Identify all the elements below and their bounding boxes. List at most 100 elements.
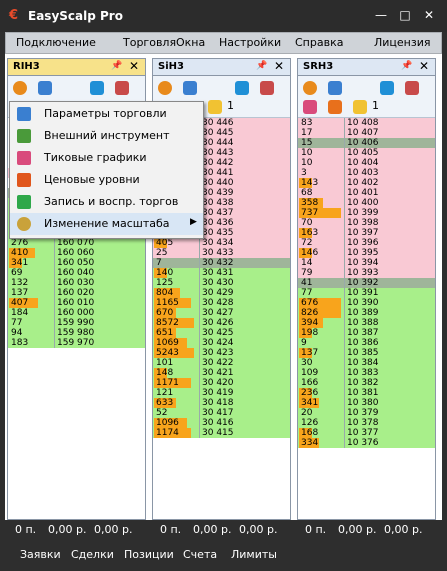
ladder-row[interactable]: 341 160 050 xyxy=(8,258,145,268)
settings-gear-icon[interactable] xyxy=(303,81,317,95)
ladder-row[interactable]: 3 10 403 xyxy=(298,168,435,178)
ladder-row[interactable]: 14 10 394 xyxy=(298,258,435,268)
ladder-row[interactable]: 394 10 388 xyxy=(298,318,435,328)
ladder-row[interactable]: 334 10 376 xyxy=(298,438,435,448)
ladder-row[interactable]: 17 10 407 xyxy=(298,128,435,138)
ladder-row[interactable]: 10 10 404 xyxy=(298,158,435,168)
ladder-row[interactable]: 168 10 377 xyxy=(298,428,435,438)
ladder-row[interactable]: 9 10 386 xyxy=(298,338,435,348)
ladder-row[interactable]: 166 10 382 xyxy=(298,378,435,388)
ladder-row[interactable]: 1174 30 415 xyxy=(153,428,290,438)
ladder-row[interactable]: 15 10 406 xyxy=(298,138,435,148)
close-panel-icon[interactable]: ✕ xyxy=(129,59,139,73)
ladder-row[interactable]: 670 30 427 xyxy=(153,308,290,318)
tab-orders[interactable]: Заявки xyxy=(20,548,61,561)
ladder-row[interactable]: 146 10 395 xyxy=(298,248,435,258)
ladder-row[interactable]: 41 10 392 xyxy=(298,278,435,288)
ladder-row[interactable]: 410 160 060 xyxy=(8,248,145,258)
info-icon[interactable] xyxy=(380,81,394,95)
info-icon[interactable] xyxy=(90,81,104,95)
ladder-row[interactable]: 5243 30 423 xyxy=(153,348,290,358)
ladder-row[interactable]: 236 10 381 xyxy=(298,388,435,398)
coins-icon[interactable] xyxy=(353,100,367,114)
ladder-row[interactable]: 68 10 401 xyxy=(298,188,435,198)
menu-settings[interactable]: Настройки xyxy=(219,36,281,49)
dropdown-item-price-levels[interactable]: Ценовые уровни xyxy=(10,169,203,191)
ladder-row[interactable]: 276 160 070 xyxy=(8,238,145,248)
ladder-row[interactable]: 143 10 402 xyxy=(298,178,435,188)
tab-trades[interactable]: Сделки xyxy=(71,548,114,561)
settings-gear-icon[interactable] xyxy=(13,81,27,95)
ladder-row[interactable]: 121 30 419 xyxy=(153,388,290,398)
menu-license[interactable]: Лицензия xyxy=(374,36,430,49)
ladder-row[interactable]: 25 30 433 xyxy=(153,248,290,258)
bar-chart-icon[interactable] xyxy=(405,81,419,95)
pin-icon[interactable]: 📌 xyxy=(401,61,412,71)
ladder-row[interactable]: 77 10 391 xyxy=(298,288,435,298)
tick-chart-icon[interactable] xyxy=(303,100,317,114)
close-panel-icon[interactable]: ✕ xyxy=(419,59,429,73)
menu-trading[interactable]: Торговля xyxy=(123,36,176,49)
ladder-row[interactable]: 101 30 422 xyxy=(153,358,290,368)
ladder-row[interactable]: 132 160 030 xyxy=(8,278,145,288)
ladder-row[interactable]: 183 159 970 xyxy=(8,338,145,348)
ladder-row[interactable]: 407 160 010 xyxy=(8,298,145,308)
ladder-row[interactable]: 77 159 990 xyxy=(8,318,145,328)
bar-chart-icon[interactable] xyxy=(260,81,274,95)
bar-chart-icon[interactable] xyxy=(115,81,129,95)
ladder-row[interactable]: 1171 30 420 xyxy=(153,378,290,388)
dropdown-item-zoom[interactable]: Изменение масштаба ▶ xyxy=(10,213,203,235)
info-icon[interactable] xyxy=(235,81,249,95)
ladder-row[interactable]: 163 10 397 xyxy=(298,228,435,238)
ladder-row[interactable]: 737 10 399 xyxy=(298,208,435,218)
ladder-row[interactable]: 405 30 434 xyxy=(153,238,290,248)
ladder-row[interactable]: 83 10 408 xyxy=(298,118,435,128)
ladder-row[interactable]: 70 10 398 xyxy=(298,218,435,228)
pin-icon[interactable]: 📌 xyxy=(256,61,267,71)
ladder-row[interactable]: 7 30 432 xyxy=(153,258,290,268)
tab-positions[interactable]: Позиции xyxy=(124,548,174,561)
close-panel-icon[interactable]: ✕ xyxy=(274,59,284,73)
close-button[interactable]: ✕ xyxy=(421,8,437,22)
ladder-row[interactable]: 184 160 000 xyxy=(8,308,145,318)
ladder-row[interactable]: 30 10 384 xyxy=(298,358,435,368)
ladder-row[interactable]: 341 10 380 xyxy=(298,398,435,408)
ladder-row[interactable]: 1069 30 424 xyxy=(153,338,290,348)
ladder-row[interactable]: 826 10 389 xyxy=(298,308,435,318)
settings-gear-icon[interactable] xyxy=(158,81,172,95)
menu-windows[interactable]: Окна xyxy=(176,36,205,49)
ladder-row[interactable]: 72 10 396 xyxy=(298,238,435,248)
ladder-row[interactable]: 140 30 431 xyxy=(153,268,290,278)
tab-accounts[interactable]: Счета xyxy=(183,548,217,561)
dropdown-item-trade-params[interactable]: Параметры торговли xyxy=(10,103,203,125)
instrument-icon[interactable] xyxy=(38,81,52,95)
coins-icon[interactable] xyxy=(208,100,222,114)
maximize-button[interactable]: □ xyxy=(397,8,413,22)
instrument-icon[interactable] xyxy=(328,81,342,95)
ladder-row[interactable]: 20 10 379 xyxy=(298,408,435,418)
ladder-row[interactable]: 52 30 417 xyxy=(153,408,290,418)
menu-connection[interactable]: Подключение xyxy=(16,36,96,49)
ladder-row[interactable]: 1096 30 416 xyxy=(153,418,290,428)
instrument-icon[interactable] xyxy=(183,81,197,95)
ladder-row[interactable]: 125 30 430 xyxy=(153,278,290,288)
ladder-row[interactable]: 198 10 387 xyxy=(298,328,435,338)
ladder-row[interactable]: 676 10 390 xyxy=(298,298,435,308)
record-icon[interactable] xyxy=(328,100,342,114)
menu-help[interactable]: Справка xyxy=(295,36,343,49)
ladder-row[interactable]: 148 30 421 xyxy=(153,368,290,378)
dropdown-item-tick-charts[interactable]: Тиковые графики xyxy=(10,147,203,169)
dropdown-item-record-play[interactable]: Запись и воспр. торгов xyxy=(10,191,203,213)
ladder-row[interactable]: 137 160 020 xyxy=(8,288,145,298)
ladder-row[interactable]: 1165 30 428 xyxy=(153,298,290,308)
ladder-row[interactable]: 94 159 980 xyxy=(8,328,145,338)
ladder-row[interactable]: 358 10 400 xyxy=(298,198,435,208)
ladder-row[interactable]: 79 10 393 xyxy=(298,268,435,278)
ladder-row[interactable]: 8572 30 426 xyxy=(153,318,290,328)
dropdown-item-external-instrument[interactable]: Внешний инструмент xyxy=(10,125,203,147)
ladder-row[interactable]: 651 30 425 xyxy=(153,328,290,338)
ladder-row[interactable]: 109 10 383 xyxy=(298,368,435,378)
tab-limits[interactable]: Лимиты xyxy=(231,548,277,561)
ladder-row[interactable]: 804 30 429 xyxy=(153,288,290,298)
ladder-row[interactable]: 10 10 405 xyxy=(298,148,435,158)
